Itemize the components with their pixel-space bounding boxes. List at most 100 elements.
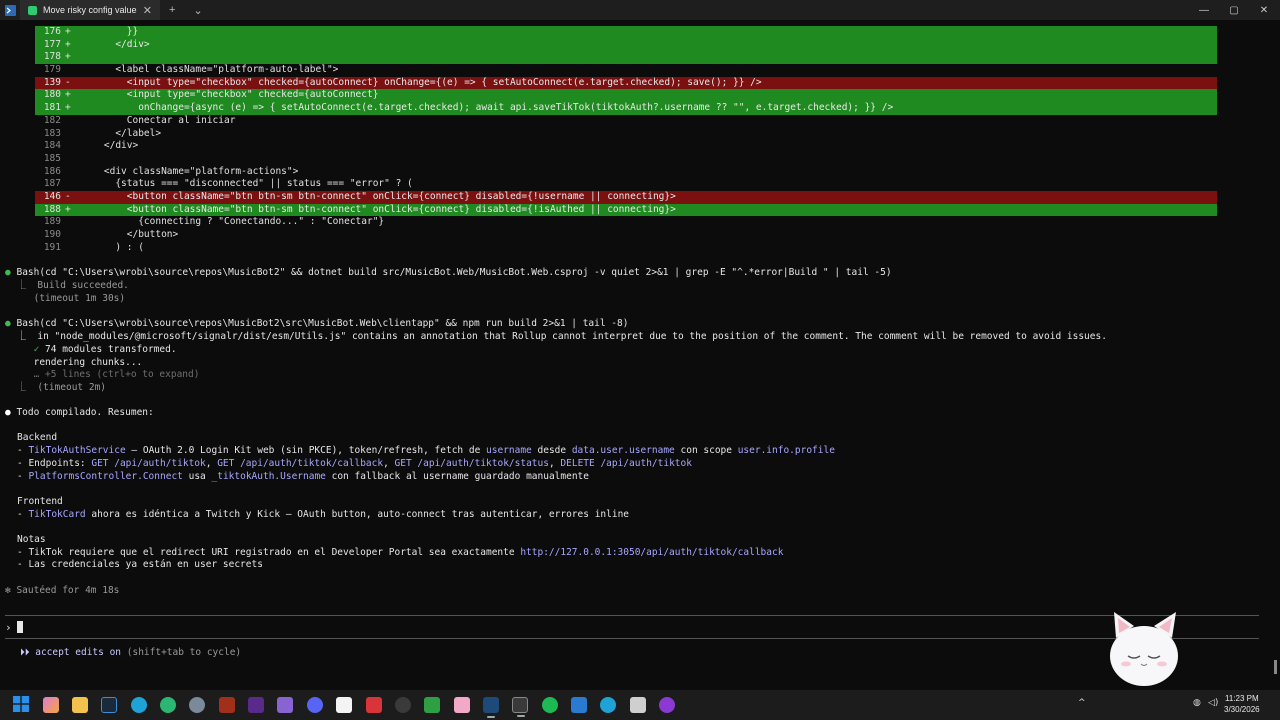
tab-close-icon[interactable]: ✕ <box>143 4 152 17</box>
diff-line: 139- <input type="checkbox" checked={aut… <box>35 76 1217 90</box>
tab-terminal[interactable]: Move risky config values t ✕ <box>20 0 160 20</box>
diff-line: 182 Conectar al iniciar <box>35 115 1217 128</box>
code-text: <input type="checkbox" checked={autoConn… <box>81 89 379 101</box>
bash-timeout: ⎿ (timeout 2m) <box>5 382 107 393</box>
diff-marker <box>61 216 81 229</box>
line-number: 184 <box>43 140 61 152</box>
minimize-button[interactable]: — <box>1188 0 1220 20</box>
backend-title: Backend <box>17 432 58 443</box>
tf-app-icon[interactable] <box>219 697 235 713</box>
diff-marker <box>61 140 81 153</box>
mode-indicator[interactable]: ⏵⏵ accept edits on (shift+tab to cycle) <box>20 647 241 658</box>
line-number: 181 <box>43 102 61 114</box>
prompt-input[interactable] <box>17 621 23 633</box>
code-text: <div className="platform-actions"> <box>81 165 299 177</box>
volume-icon[interactable]: ◁) <box>1208 698 1218 708</box>
browser-icon[interactable] <box>600 697 616 713</box>
diff-line: 183 </label> <box>35 128 1217 141</box>
maximize-button[interactable]: ▢ <box>1218 0 1250 20</box>
diff-marker <box>61 242 81 255</box>
diff-marker: + <box>65 51 71 63</box>
diff-marker: - <box>65 76 71 88</box>
app-red-icon[interactable] <box>366 697 382 713</box>
github-icon[interactable] <box>395 697 411 713</box>
taskbar-clock[interactable]: 11:23 PM 3/30/2026 <box>1224 693 1260 715</box>
code-text: <label className="platform-auto-label"> <box>81 64 339 76</box>
expand-hint[interactable]: … +5 lines (ctrl+o to expand) <box>5 369 200 382</box>
code-text: <button className="btn btn-sm btn-connec… <box>81 190 676 202</box>
terminal-icon[interactable] <box>512 697 528 717</box>
bash-timeout: (timeout 1m 30s) <box>5 293 126 304</box>
visual-studio-icon[interactable] <box>277 697 293 713</box>
copilot-icon[interactable] <box>43 697 59 713</box>
input-bottom-divider <box>5 638 1259 639</box>
diff-line: 186 <div className="platform-actions"> <box>35 166 1217 179</box>
diff-line: 180 + <input type="checkbox" checked={aut… <box>35 89 1217 103</box>
bash-output: ⎿ in "node_modules/@microsoft/signalr/di… <box>5 331 1107 342</box>
settings-gear-icon[interactable] <box>189 697 205 713</box>
new-tab-button[interactable]: + <box>160 4 184 16</box>
diff-line: 188 + <button className="btn btn-sm btn-c… <box>35 203 1217 217</box>
code-text: ) : ( <box>81 241 144 253</box>
close-button[interactable]: ✕ <box>1248 0 1280 20</box>
photos-icon[interactable] <box>571 697 587 713</box>
diff-marker <box>61 128 81 141</box>
tool-name: Bash <box>16 267 40 278</box>
check-icon: ✓ <box>5 344 40 355</box>
line-number: 188 <box>43 203 61 215</box>
diff-line: 191 ) : ( <box>35 242 1217 255</box>
bash-output: ⎿ Build succeeded. <box>5 280 129 291</box>
notas-item: - Las credenciales ya están en user secr… <box>17 559 263 570</box>
discord-icon[interactable] <box>307 697 323 713</box>
line-number: 177 <box>43 38 61 50</box>
code-text: }} <box>81 26 139 37</box>
diff-line: 181 + onChange={async (e) => { setAutoCon… <box>35 102 1217 115</box>
network-icon[interactable]: ◍ <box>1193 698 1201 708</box>
notion-icon[interactable] <box>336 697 352 713</box>
snipping-tool-icon[interactable] <box>630 697 646 713</box>
diff-marker <box>61 229 81 242</box>
bash-call-1: ● Bash(cd "C:\Users\wrobi\source\repos\M… <box>5 267 892 280</box>
terminal-app-icon <box>0 0 20 20</box>
line-number: 187 <box>43 178 61 190</box>
tab-dropdown-button[interactable]: ⌄ <box>184 4 211 17</box>
line-number: 176 <box>43 26 61 37</box>
fast-forward-icon: ⏵⏵ <box>20 647 30 658</box>
diff-marker <box>61 153 81 166</box>
bash-output: ✓ 74 modules transformed. <box>5 344 177 355</box>
vscode-icon[interactable] <box>483 697 499 718</box>
line-number: 185 <box>43 152 61 164</box>
app-icon[interactable] <box>248 697 264 713</box>
notas-title: Notas <box>17 534 46 545</box>
edge-dev-icon[interactable] <box>160 697 176 713</box>
app-purple-icon[interactable] <box>659 697 675 713</box>
diff-line: 184 </div> <box>35 140 1217 153</box>
xcode-icon[interactable] <box>101 697 117 713</box>
diff-line: 178 + <box>35 51 1217 65</box>
tray-overflow-icon[interactable]: ^ <box>1078 698 1086 708</box>
line-number: 191 <box>43 241 61 253</box>
line-number: 189 <box>43 216 61 228</box>
scrollbar-thumb[interactable] <box>1274 660 1277 674</box>
spotify-icon[interactable] <box>542 697 558 713</box>
diff-marker <box>61 115 81 128</box>
diff-marker: + <box>65 203 71 215</box>
diff-marker: - <box>65 190 71 202</box>
edge-icon[interactable] <box>131 697 147 713</box>
run-icon[interactable] <box>424 697 440 713</box>
diff-line: 189 {connecting ? "Conectando..." : "Con… <box>35 216 1217 229</box>
file-explorer-icon[interactable] <box>72 697 88 713</box>
line-number: 190 <box>43 229 61 240</box>
app-pink-icon[interactable] <box>454 697 470 713</box>
elapsed-status: ✻ Sautéed for 4m 18s <box>5 585 120 596</box>
diff-line: 179 <label className="platform-auto-labe… <box>35 64 1217 77</box>
code-text: </div> <box>81 38 150 50</box>
line-number: 139 <box>43 76 61 88</box>
success-bullet-icon: ● <box>5 318 11 329</box>
windows-start-icon[interactable] <box>13 696 29 712</box>
line-number: 179 <box>43 64 61 76</box>
diff-line: 177 + </div> <box>35 38 1217 52</box>
code-text: </div> <box>81 140 139 152</box>
diff-line: 185 <box>35 153 1217 166</box>
line-number: 146 <box>43 190 61 202</box>
